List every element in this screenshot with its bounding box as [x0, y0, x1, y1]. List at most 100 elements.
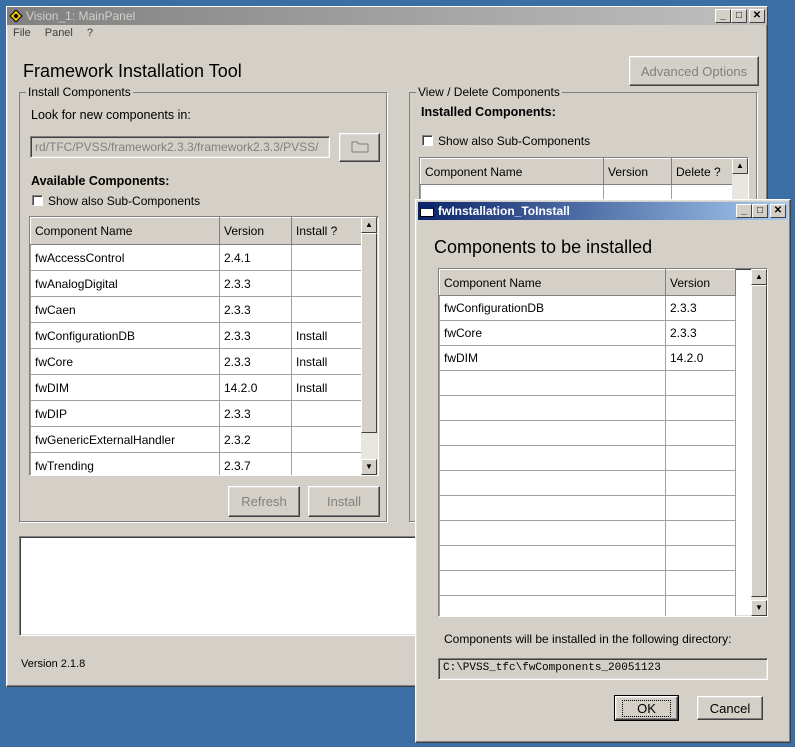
scroll-up-icon[interactable]: ▲: [732, 158, 748, 174]
table-row[interactable]: fwDIM 14.2.0 Install: [30, 374, 362, 401]
cell-name[interactable]: [439, 370, 666, 396]
cell-name[interactable]: fwDIP: [30, 400, 220, 427]
log-area[interactable]: [19, 536, 419, 636]
table-row[interactable]: fwAnalogDigital 2.3.3: [30, 270, 362, 297]
table-row[interactable]: [439, 595, 736, 616]
cell-version[interactable]: [665, 570, 736, 596]
column-header[interactable]: Version: [665, 269, 736, 296]
dialog-maximize-button[interactable]: □: [752, 204, 768, 218]
menu-panel[interactable]: Panel: [45, 27, 73, 39]
table-row[interactable]: [439, 495, 736, 521]
cell-name[interactable]: [439, 420, 666, 446]
main-titlebar[interactable]: Vision_1: MainPanel _ □ ✕: [7, 7, 767, 25]
scroll-down-icon[interactable]: ▼: [361, 459, 377, 475]
cell-version[interactable]: 2.3.3: [665, 320, 736, 346]
install-button[interactable]: Install: [308, 486, 380, 517]
cell-name[interactable]: fwConfigurationDB: [439, 295, 666, 321]
cell-version[interactable]: 2.3.2: [219, 426, 292, 453]
cell-version[interactable]: [665, 395, 736, 421]
menu-help[interactable]: ?: [87, 27, 93, 39]
cell-install[interactable]: [291, 452, 362, 475]
cell-name[interactable]: fwCore: [30, 348, 220, 375]
cell-name[interactable]: [439, 520, 666, 546]
cell-name[interactable]: [439, 570, 666, 596]
cell-name[interactable]: fwAnalogDigital: [30, 270, 220, 297]
cell-name[interactable]: [439, 545, 666, 571]
table-row[interactable]: fwGenericExternalHandler 2.3.2: [30, 426, 362, 453]
cell-version[interactable]: [665, 370, 736, 396]
table-row[interactable]: fwAccessControl 2.4.1: [30, 244, 362, 271]
show-sub-checkbox[interactable]: [32, 195, 43, 206]
cell-name[interactable]: fwCore: [439, 320, 666, 346]
table-row[interactable]: [439, 545, 736, 571]
cell-install[interactable]: [291, 426, 362, 453]
cell-version[interactable]: [665, 545, 736, 571]
column-header[interactable]: Delete ?: [671, 158, 733, 185]
table-row[interactable]: fwTrending 2.3.7: [30, 452, 362, 475]
table-row[interactable]: fwConfigurationDB 2.3.3 Install: [30, 322, 362, 349]
maximize-button[interactable]: □: [731, 9, 747, 23]
cell-install[interactable]: [291, 296, 362, 323]
cell-name[interactable]: fwCaen: [30, 296, 220, 323]
table-row[interactable]: [439, 420, 736, 446]
table-row[interactable]: fwCore 2.3.3 Install: [30, 348, 362, 375]
close-button[interactable]: ✕: [749, 9, 765, 23]
table-row[interactable]: [439, 570, 736, 596]
cell-version[interactable]: 2.3.3: [665, 295, 736, 321]
cell-install[interactable]: [291, 400, 362, 427]
cell-install[interactable]: Install: [291, 322, 362, 349]
table-row[interactable]: fwCaen 2.3.3: [30, 296, 362, 323]
dialog-titlebar[interactable]: fwInstallation_ToInstall _ □ ✕: [418, 202, 788, 220]
path-field[interactable]: rd/TFC/PVSS/framework2.3.3/framework2.3.…: [30, 136, 330, 158]
cell-name[interactable]: fwDIM: [30, 374, 220, 401]
to-install-scrollbar[interactable]: ▲ ▼: [751, 269, 767, 616]
column-header[interactable]: Install ?: [291, 217, 362, 245]
scroll-thumb[interactable]: [361, 233, 377, 433]
cell-name[interactable]: [439, 395, 666, 421]
cell-version[interactable]: [665, 520, 736, 546]
cell-name[interactable]: fwGenericExternalHandler: [30, 426, 220, 453]
table-row[interactable]: fwConfigurationDB 2.3.3: [439, 295, 736, 321]
cell-install[interactable]: Install: [291, 374, 362, 401]
table-row[interactable]: [439, 520, 736, 546]
minimize-button[interactable]: _: [715, 9, 731, 23]
cell-name[interactable]: fwAccessControl: [30, 244, 220, 271]
cell-version[interactable]: 2.4.1: [219, 244, 292, 271]
cell-version[interactable]: 2.3.3: [219, 270, 292, 297]
advanced-options-button[interactable]: Advanced Options: [629, 56, 759, 86]
cell-version[interactable]: [665, 495, 736, 521]
cancel-button[interactable]: Cancel: [697, 696, 763, 720]
scroll-up-icon[interactable]: ▲: [361, 217, 377, 233]
show-installed-sub-checkbox[interactable]: [422, 135, 433, 146]
dialog-minimize-button[interactable]: _: [736, 204, 752, 218]
column-header[interactable]: Version: [603, 158, 672, 185]
cell-name[interactable]: [439, 470, 666, 496]
cell-name[interactable]: fwConfigurationDB: [30, 322, 220, 349]
cell-name[interactable]: fwDIM: [439, 345, 666, 371]
ok-button[interactable]: OK: [614, 695, 679, 721]
cell-version[interactable]: [665, 470, 736, 496]
cell-version[interactable]: 2.3.7: [219, 452, 292, 475]
cell-version[interactable]: [665, 595, 736, 616]
cell-install[interactable]: [291, 244, 362, 271]
cell-version[interactable]: 2.3.3: [219, 296, 292, 323]
table-row[interactable]: [439, 470, 736, 496]
column-header[interactable]: Version: [219, 217, 292, 245]
available-scrollbar[interactable]: ▲ ▼: [361, 217, 377, 475]
table-row[interactable]: fwCore 2.3.3: [439, 320, 736, 346]
column-header[interactable]: Component Name: [30, 217, 220, 245]
menu-file[interactable]: File: [13, 27, 31, 39]
scroll-up-icon[interactable]: ▲: [751, 269, 767, 285]
cell-version[interactable]: [665, 420, 736, 446]
cell-name[interactable]: fwTrending: [30, 452, 220, 475]
cell-version[interactable]: 14.2.0: [665, 345, 736, 371]
install-dir-field[interactable]: C:\PVSS_tfc\fwComponents_20051123: [438, 658, 768, 680]
browse-folder-button[interactable]: [339, 133, 380, 162]
table-row[interactable]: [439, 445, 736, 471]
cell-install[interactable]: Install: [291, 348, 362, 375]
cell-version[interactable]: 2.3.3: [219, 400, 292, 427]
cell-version[interactable]: 14.2.0: [219, 374, 292, 401]
table-row[interactable]: fwDIM 14.2.0: [439, 345, 736, 371]
cell-install[interactable]: [291, 270, 362, 297]
table-row[interactable]: [439, 395, 736, 421]
